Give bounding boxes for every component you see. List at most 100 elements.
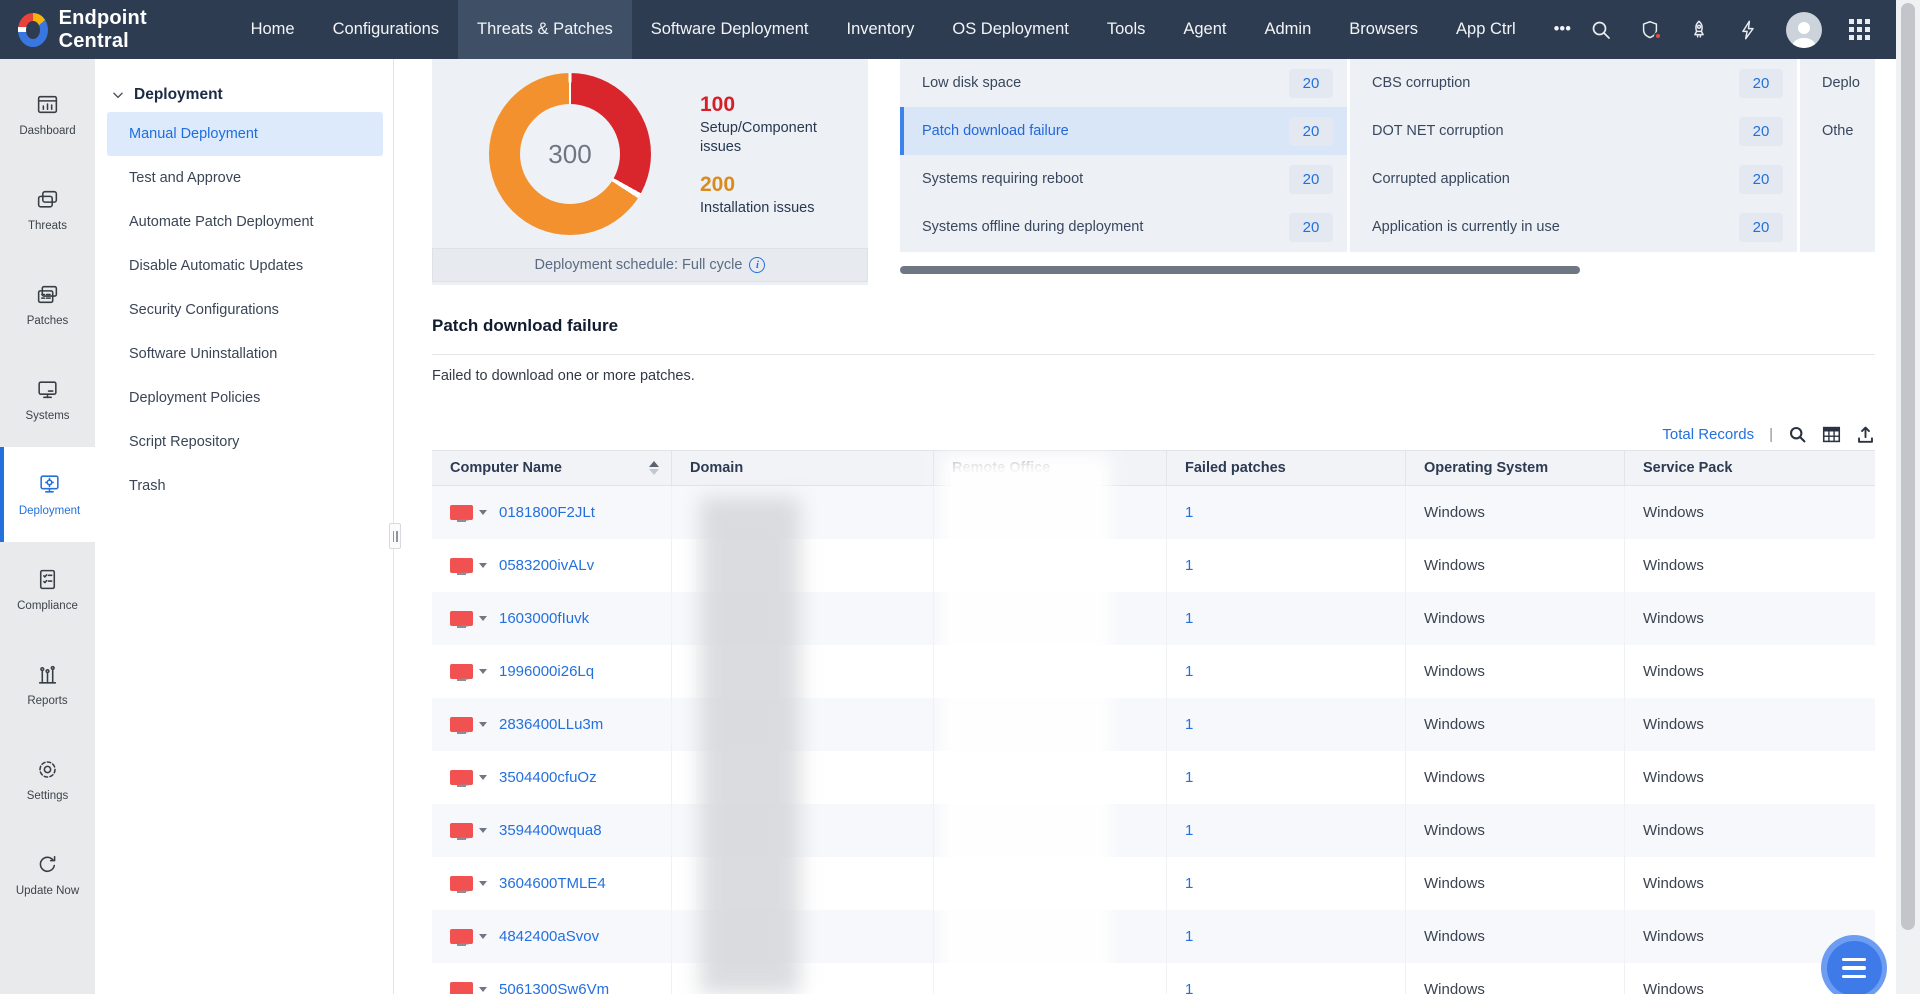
nav-tab-agent[interactable]: Agent [1164, 0, 1245, 59]
failed-patches-link[interactable]: 1 [1185, 769, 1193, 786]
computer-name-link[interactable]: 4842400aSvov [499, 928, 599, 945]
issues-donut-chart[interactable]: 300 [489, 73, 651, 235]
computer-name-link[interactable]: 0583200ivALv [499, 557, 594, 574]
issue-dot-net-corruption[interactable]: DOT NET corruption 20 [1350, 107, 1797, 155]
avatar[interactable] [1786, 12, 1822, 48]
rail-item-compliance[interactable]: Compliance [0, 542, 95, 637]
rail-item-settings[interactable]: Settings [0, 732, 95, 827]
computer-dropdown-caret[interactable] [479, 881, 487, 886]
sort-icon[interactable] [649, 461, 659, 475]
issue-systems-offline[interactable]: Systems offline during deployment 20 [900, 203, 1347, 251]
computer-dropdown-caret[interactable] [479, 669, 487, 674]
floating-menu-button[interactable] [1821, 935, 1887, 994]
failed-patches-link[interactable]: 1 [1185, 875, 1193, 892]
rail-item-patches[interactable]: Patches [0, 257, 95, 352]
vertical-scrollbar-thumb[interactable] [1901, 3, 1915, 930]
rail-item-reports[interactable]: Reports [0, 637, 95, 732]
table-search-icon[interactable] [1788, 425, 1807, 444]
rail-item-systems[interactable]: Systems [0, 352, 95, 447]
issue-patch-download-failure[interactable]: Patch download failure 20 [900, 107, 1347, 155]
issue-count-badge[interactable]: 20 [1739, 117, 1783, 146]
issue-count-badge[interactable]: 20 [1289, 117, 1333, 146]
issue-cbs-corruption[interactable]: CBS corruption 20 [1350, 59, 1797, 107]
submenu-item-deployment-policies[interactable]: Deployment Policies [107, 376, 383, 420]
computer-name-link[interactable]: 2836400LLu3m [499, 716, 603, 733]
brand[interactable]: Endpoint Central [0, 7, 232, 53]
nav-tab-admin[interactable]: Admin [1246, 0, 1331, 59]
rail-item-deployment[interactable]: Deployment [0, 447, 95, 542]
sidebar-splitter-handle[interactable] [389, 523, 401, 549]
column-chooser-icon[interactable] [1822, 425, 1841, 444]
computer-name-link[interactable]: 0181800F2JLt [499, 504, 595, 521]
vertical-scrollbar-track[interactable] [1896, 0, 1920, 994]
submenu-item-automate-patch-deployment[interactable]: Automate Patch Deployment [107, 200, 383, 244]
nav-tab-browsers[interactable]: Browsers [1330, 0, 1437, 59]
failed-patches-link[interactable]: 1 [1185, 822, 1193, 839]
issue-systems-requiring-reboot[interactable]: Systems requiring reboot 20 [900, 155, 1347, 203]
apps-grid-icon[interactable] [1849, 19, 1870, 40]
submenu-item-test-and-approve[interactable]: Test and Approve [107, 156, 383, 200]
nav-tab-tools[interactable]: Tools [1088, 0, 1165, 59]
failed-patches-link[interactable]: 1 [1185, 663, 1193, 680]
computer-name-link[interactable]: 3604600TMLE4 [499, 875, 606, 892]
computer-dropdown-caret[interactable] [479, 563, 487, 568]
issue-count-badge[interactable]: 20 [1739, 69, 1783, 98]
failed-patches-link[interactable]: 1 [1185, 610, 1193, 627]
nav-tab-home[interactable]: Home [232, 0, 314, 59]
rail-item-update-now[interactable]: Update Now [0, 827, 95, 922]
submenu-item-script-repository[interactable]: Script Repository [107, 420, 383, 464]
legend-setup-component[interactable]: 100 Setup/Component issues [700, 93, 860, 157]
rocket-icon[interactable] [1688, 19, 1710, 41]
submenu-item-security-configurations[interactable]: Security Configurations [107, 288, 383, 332]
failed-patches-link[interactable]: 1 [1185, 981, 1193, 994]
rail-item-dashboard[interactable]: Dashboard [0, 67, 95, 162]
info-icon[interactable]: i [749, 257, 765, 273]
computer-name-link[interactable]: 1603000fIuvk [499, 610, 589, 627]
computer-name-link[interactable]: 5061300Sw6Vm [499, 981, 609, 994]
flash-icon[interactable] [1737, 19, 1759, 41]
computer-name-link[interactable]: 3504400cfuOz [499, 769, 597, 786]
failed-patches-link[interactable]: 1 [1185, 504, 1193, 521]
shield-icon[interactable] [1639, 19, 1661, 41]
issue-count-badge[interactable]: 20 [1739, 213, 1783, 242]
issue-low-disk-space[interactable]: Low disk space 20 [900, 59, 1347, 107]
issue-application-in-use[interactable]: Application is currently in use 20 [1350, 203, 1797, 251]
computer-dropdown-caret[interactable] [479, 722, 487, 727]
failed-patches-link[interactable]: 1 [1185, 716, 1193, 733]
search-icon[interactable] [1590, 19, 1612, 41]
col-header-remote-office[interactable]: Remote Office [934, 451, 1167, 485]
issue-count-badge[interactable]: 20 [1289, 213, 1333, 242]
failed-patches-link[interactable]: 1 [1185, 557, 1193, 574]
computer-dropdown-caret[interactable] [479, 510, 487, 515]
nav-tab-configurations[interactable]: Configurations [314, 0, 458, 59]
issues-horizontal-scrollbar[interactable] [900, 266, 1580, 274]
nav-tab-os-deployment[interactable]: OS Deployment [933, 0, 1087, 59]
col-header-service-pack[interactable]: Service Pack [1625, 451, 1875, 485]
col-header-computer-name[interactable]: Computer Name [432, 451, 672, 485]
issue-clipped-2[interactable]: Othe [1800, 107, 1875, 155]
issue-count-badge[interactable]: 20 [1289, 69, 1333, 98]
col-header-domain[interactable]: Domain [672, 451, 934, 485]
submenu-header[interactable]: Deployment [111, 86, 393, 104]
failed-patches-link[interactable]: 1 [1185, 928, 1193, 945]
nav-tab-inventory[interactable]: Inventory [828, 0, 934, 59]
submenu-item-trash[interactable]: Trash [107, 464, 383, 508]
submenu-item-software-uninstallation[interactable]: Software Uninstallation [107, 332, 383, 376]
issue-count-badge[interactable]: 20 [1739, 165, 1783, 194]
issue-clipped-1[interactable]: Deplo [1800, 59, 1875, 107]
computer-dropdown-caret[interactable] [479, 775, 487, 780]
computer-name-link[interactable]: 3594400wqua8 [499, 822, 602, 839]
nav-tab-threats-patches[interactable]: Threats & Patches [458, 0, 632, 59]
rail-item-threats[interactable]: Threats [0, 162, 95, 257]
issue-corrupted-application[interactable]: Corrupted application 20 [1350, 155, 1797, 203]
submenu-item-disable-automatic-updates[interactable]: Disable Automatic Updates [107, 244, 383, 288]
computer-dropdown-caret[interactable] [479, 616, 487, 621]
nav-more-icon[interactable]: ••• [1535, 0, 1590, 59]
total-records-link[interactable]: Total Records [1662, 426, 1754, 443]
col-header-operating-system[interactable]: Operating System [1406, 451, 1625, 485]
nav-tab-software-deployment[interactable]: Software Deployment [632, 0, 828, 59]
computer-dropdown-caret[interactable] [479, 934, 487, 939]
computer-dropdown-caret[interactable] [479, 987, 487, 992]
computer-name-link[interactable]: 1996000i26Lq [499, 663, 594, 680]
export-icon[interactable] [1856, 425, 1875, 444]
